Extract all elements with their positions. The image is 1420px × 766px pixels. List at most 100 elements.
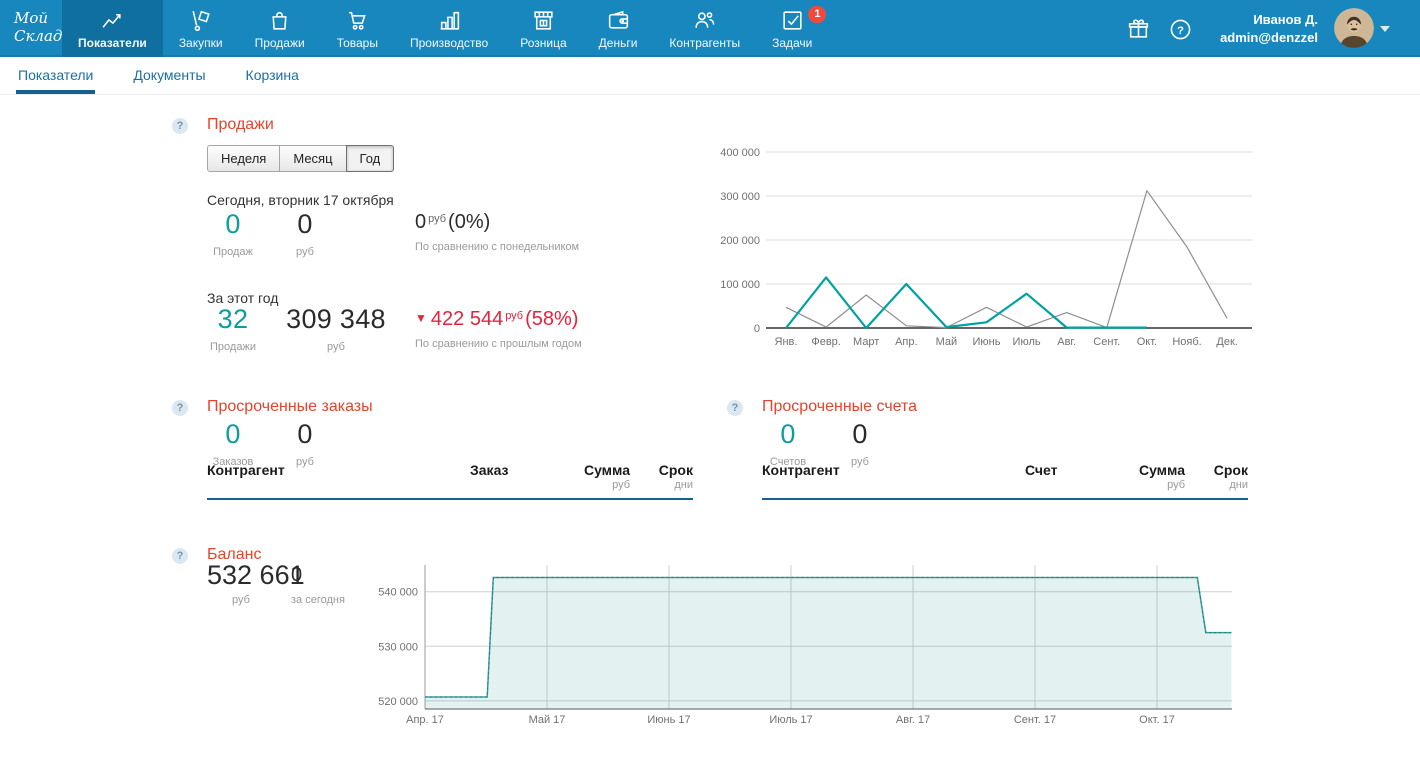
overdue-orders-amount-stat: 0 руб (296, 419, 314, 468)
help-icon[interactable]: ? (1168, 17, 1193, 42)
nav-item-sales[interactable]: Продажи (239, 0, 321, 57)
app-root: Мой Склад Показатели Закупки (0, 0, 1420, 766)
col-term: Срок (659, 462, 693, 478)
nav-label: Закупки (179, 36, 223, 50)
sales-section-title[interactable]: Продажи (207, 116, 274, 134)
svg-text:300 000: 300 000 (720, 191, 760, 203)
tab-indicators[interactable]: Показатели (18, 57, 93, 94)
invoices-table-rule (762, 498, 1248, 500)
today-comparison: 0руб(0%) По сравнению с понедельником (415, 211, 579, 253)
balance-amount-label: руб (232, 594, 250, 606)
period-month-button[interactable]: Месяц (280, 145, 346, 172)
user-menu[interactable]: Иванов Д. admin@denzzel (1220, 11, 1318, 46)
nav-item-counterparties[interactable]: Контрагенты (653, 0, 756, 57)
col-amount-unit: руб (612, 479, 630, 491)
svg-text:200 000: 200 000 (720, 235, 760, 247)
svg-text:530 000: 530 000 (378, 641, 418, 653)
svg-text:400 000: 400 000 (720, 147, 760, 159)
avatar-image (1334, 8, 1374, 48)
stat-value: 0 (213, 419, 254, 450)
overdue-orders-help-icon[interactable]: ? (172, 400, 188, 416)
svg-text:Февр.: Февр. (811, 336, 841, 348)
svg-text:520 000: 520 000 (378, 696, 418, 708)
top-navigation-bar: Мой Склад Показатели Закупки (0, 0, 1420, 57)
comparison-caption: По сравнению с прошлым годом (415, 338, 582, 350)
col-order: Заказ (470, 462, 508, 478)
user-email: admin@denzzel (1220, 29, 1318, 47)
nav-item-indicators[interactable]: Показатели (62, 0, 163, 57)
tab-bin[interactable]: Корзина (246, 57, 299, 94)
balance-help-icon[interactable]: ? (172, 548, 188, 564)
col-invoice: Счет (1025, 462, 1058, 478)
svg-text:0: 0 (754, 323, 760, 335)
secondary-tabs: Показатели Документы Корзина (0, 57, 1420, 95)
nav-item-money[interactable]: Деньги (583, 0, 654, 57)
nav-item-production[interactable]: Производство (394, 0, 504, 57)
wallet-icon (606, 8, 631, 33)
balance-today-change: 0 (291, 564, 302, 587)
svg-text:100 000: 100 000 (720, 279, 760, 291)
svg-text:Апр.: Апр. (895, 336, 917, 348)
gift-icon[interactable] (1126, 16, 1151, 41)
balance-today-label: за сегодня (291, 594, 345, 606)
cart-icon (345, 8, 370, 33)
year-sales-count-stat: 32 Продажи (210, 304, 256, 353)
sales-chart[interactable]: 0100 000200 000300 000400 000Янв.Февр.Ма… (700, 140, 1260, 355)
bars-icon (437, 8, 462, 33)
col-term: Срок (1214, 462, 1248, 478)
year-comparison: ▼422 544руб(58%) По сравнению с прошлым … (415, 308, 582, 350)
avatar[interactable] (1334, 8, 1374, 48)
overdue-invoices-title[interactable]: Просроченные счета (762, 398, 917, 416)
svg-text:Окт. 17: Окт. 17 (1139, 714, 1175, 726)
checkbox-icon (780, 8, 805, 33)
sales-today-heading: Сегодня, вторник 17 октября (207, 192, 394, 208)
svg-text:Авг.: Авг. (1057, 336, 1076, 348)
balance-amount: 532 661 (207, 560, 305, 591)
stat-label: руб (296, 456, 314, 468)
col-counterparty: Контрагент (207, 462, 285, 478)
col-term-unit: дни (674, 479, 693, 491)
svg-text:Дек.: Дек. (1216, 336, 1237, 348)
stat-value: 0 (770, 419, 806, 450)
overdue-orders-count-stat: 0 Заказов (213, 419, 254, 468)
period-week-button[interactable]: Неделя (207, 145, 280, 172)
overdue-invoices-help-icon[interactable]: ? (727, 400, 743, 416)
orders-table-rule (207, 498, 693, 500)
nav-label: Контрагенты (669, 36, 740, 50)
nav-item-retail[interactable]: Розница (504, 0, 582, 57)
col-term-unit: дни (1229, 479, 1248, 491)
overdue-orders-title[interactable]: Просроченные заказы (207, 398, 373, 416)
stat-value: 32 (210, 304, 256, 335)
today-sales-amount-stat: 0 руб (296, 209, 314, 258)
stat-value: 309 348 (286, 304, 386, 335)
decrease-arrow-icon: ▼ (415, 311, 427, 325)
today-sales-count-stat: 0 Продаж (213, 209, 253, 258)
chevron-down-icon[interactable] (1380, 26, 1390, 32)
dolly-icon (188, 8, 213, 33)
svg-text:Май: Май (936, 336, 958, 348)
people-icon (692, 8, 717, 33)
nav-item-purchases[interactable]: Закупки (163, 0, 239, 57)
main-nav: Показатели Закупки Продажи (62, 0, 828, 57)
stat-label: Продаж (213, 246, 253, 258)
balance-chart[interactable]: 520 000530 000540 000Апр. 17Май 17Июнь 1… (370, 558, 1250, 730)
stat-value: 0 (296, 209, 314, 240)
help-glyph: ? (1177, 25, 1184, 37)
svg-text:Март: Март (853, 336, 879, 348)
nav-item-goods[interactable]: Товары (321, 0, 394, 57)
comparison-caption: По сравнению с понедельником (415, 241, 579, 253)
comparison-unit: руб (505, 310, 523, 322)
svg-text:Окт.: Окт. (1137, 336, 1157, 348)
stat-label: руб (296, 246, 314, 258)
sales-period-toggle: Неделя Месяц Год (207, 145, 394, 172)
sales-help-icon[interactable]: ? (172, 118, 188, 134)
period-year-button[interactable]: Год (346, 145, 395, 172)
nav-item-tasks[interactable]: Задачи 1 (756, 0, 828, 57)
svg-text:Апр. 17: Апр. 17 (406, 714, 444, 726)
comparison-percent: (0%) (448, 211, 490, 233)
svg-text:Сент.: Сент. (1093, 336, 1120, 348)
stat-label: руб (286, 341, 386, 353)
nav-label: Розница (520, 36, 566, 50)
tab-documents[interactable]: Документы (133, 57, 205, 94)
comparison-unit: руб (428, 213, 446, 225)
